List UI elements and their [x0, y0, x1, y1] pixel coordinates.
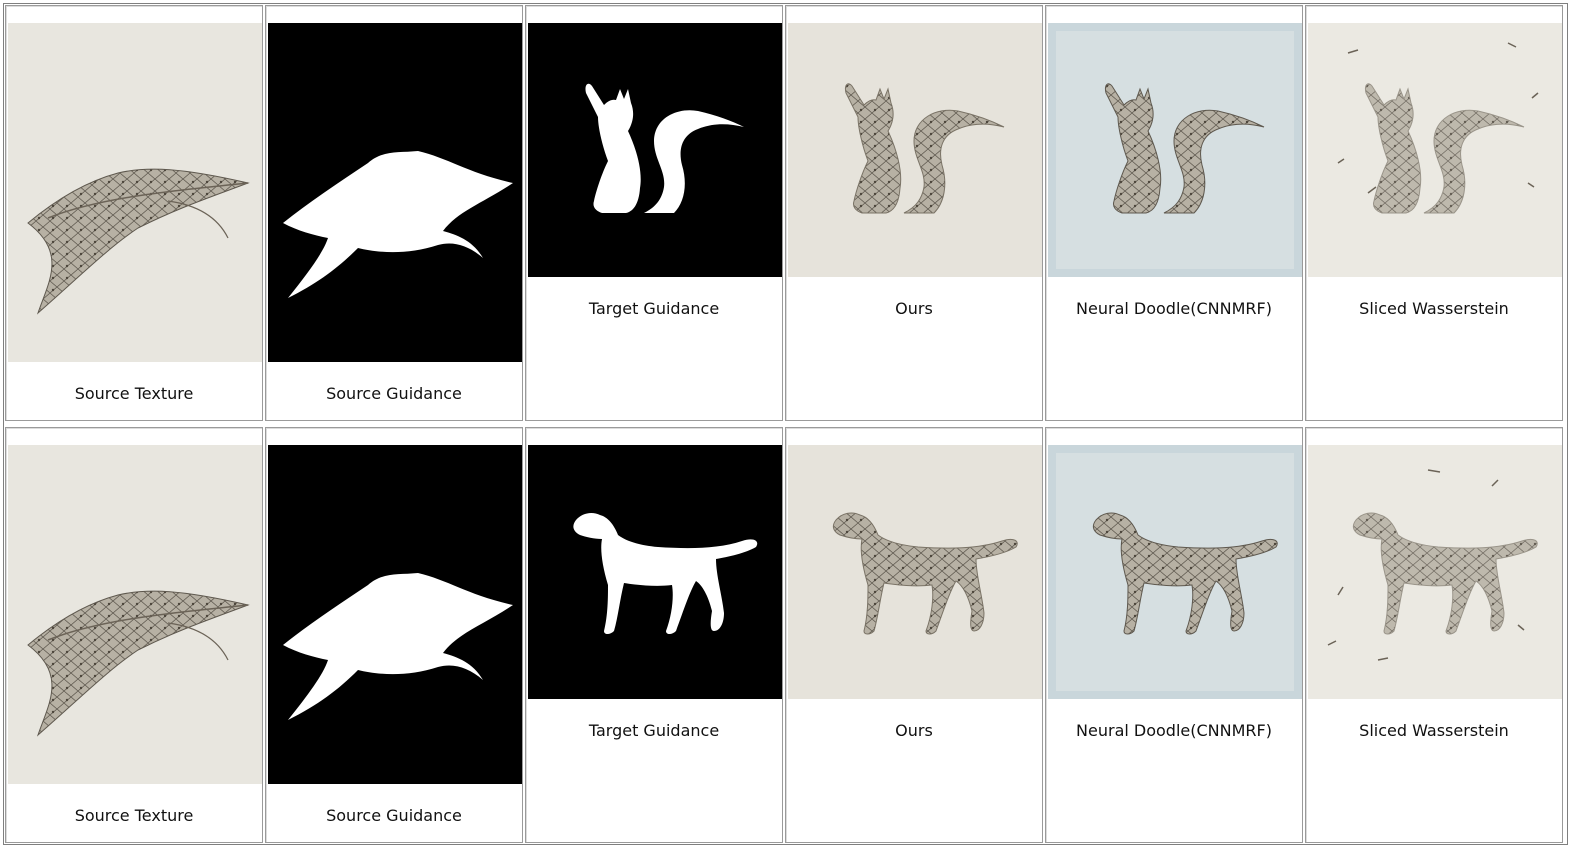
caption: Sliced Wasserstein	[1359, 299, 1509, 318]
cat-result-ours-image	[788, 23, 1042, 277]
figure-cell-ours: Ours	[785, 427, 1043, 843]
leaf-texture-image	[8, 23, 262, 362]
cat-result-neural-doodle-image	[1048, 23, 1302, 277]
figure-cell-sliced-wasserstein: Sliced Wasserstein	[1305, 427, 1563, 843]
caption: Source Guidance	[326, 384, 462, 403]
comparison-grid: Source Texture Source Guidance Target Gu…	[3, 3, 1568, 845]
figure-cell-source-guidance: Source Guidance	[265, 5, 523, 421]
caption: Neural Doodle(CNNMRF)	[1076, 721, 1272, 740]
figure-cell-sliced-wasserstein: Sliced Wasserstein	[1305, 5, 1563, 421]
leaf-texture-image	[8, 445, 262, 784]
figure-cell-source-texture: Source Texture	[5, 427, 263, 843]
figure-cell-neural-doodle: Neural Doodle(CNNMRF)	[1045, 5, 1303, 421]
caption: Target Guidance	[588, 721, 720, 740]
caption: Ours	[895, 299, 933, 318]
leaf-mask-image	[268, 23, 522, 362]
caption: Source Texture	[74, 384, 194, 403]
cat-mask-image	[528, 23, 782, 277]
caption: Ours	[895, 721, 933, 740]
figure-cell-neural-doodle: Neural Doodle(CNNMRF)	[1045, 427, 1303, 843]
figure-cell-source-guidance: Source Guidance	[265, 427, 523, 843]
comparison-row-cat: Source Texture Source Guidance Target Gu…	[4, 4, 1567, 422]
dog-mask-image	[528, 445, 782, 699]
caption: Target Guidance	[588, 299, 720, 318]
figure-cell-target-guidance: Target Guidance	[525, 427, 783, 843]
dog-result-neural-doodle-image	[1048, 445, 1302, 699]
caption: Source Guidance	[326, 806, 462, 825]
cat-result-sliced-wasserstein-image	[1308, 23, 1562, 277]
dog-result-sliced-wasserstein-image	[1308, 445, 1562, 699]
figure-cell-ours: Ours	[785, 5, 1043, 421]
figure-cell-target-guidance: Target Guidance	[525, 5, 783, 421]
dog-result-ours-image	[788, 445, 1042, 699]
leaf-mask-image	[268, 445, 522, 784]
comparison-row-dog: Source Texture Source Guidance Target Gu…	[4, 426, 1567, 844]
caption: Source Texture	[74, 806, 194, 825]
caption: Neural Doodle(CNNMRF)	[1076, 299, 1272, 318]
figure-cell-source-texture: Source Texture	[5, 5, 263, 421]
caption: Sliced Wasserstein	[1359, 721, 1509, 740]
